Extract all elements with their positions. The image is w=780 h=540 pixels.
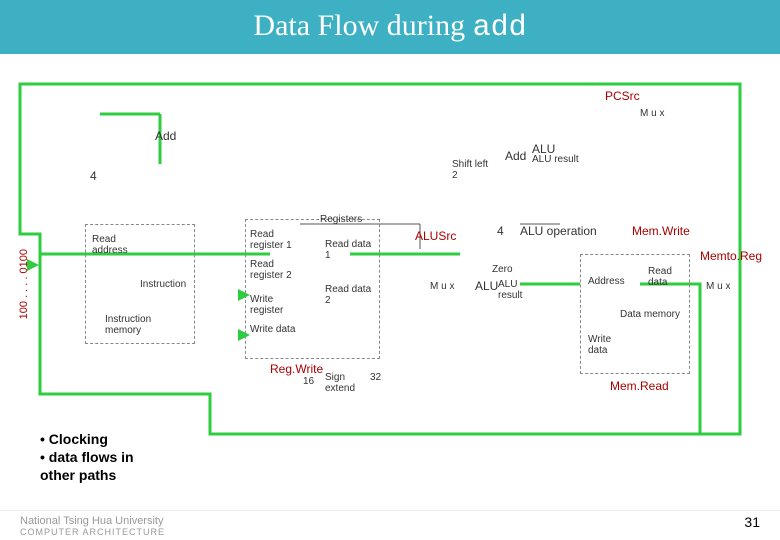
read-data2: Read data 2 xyxy=(325,284,375,306)
dmem-title: Data memory xyxy=(620,309,680,320)
aluop-signal: ALU operation xyxy=(520,224,597,238)
adder-2-label: Add xyxy=(505,149,526,163)
mux-mid: M u x xyxy=(430,282,454,292)
alu-result-out: ALU result xyxy=(498,279,533,301)
bus-32: 32 xyxy=(370,372,381,383)
memwrite-signal: Mem.Write xyxy=(632,224,690,238)
sign-extend: Sign extend xyxy=(325,372,365,394)
write-reg: Write register xyxy=(250,294,305,316)
clock-tri-pc xyxy=(27,259,39,271)
const-4-a: 4 xyxy=(90,169,97,183)
instr-mem-title: Instruction memory xyxy=(105,314,175,336)
instruction-label: Instruction xyxy=(140,279,186,290)
university-name: National Tsing Hua University xyxy=(20,515,165,527)
title-bar: Data Flow during add xyxy=(0,0,780,54)
write-data-reg: Write data xyxy=(250,324,305,335)
adder-2-result: ALU result xyxy=(532,154,579,165)
dmem-writedata: Write data xyxy=(588,334,628,356)
bus-16: 16 xyxy=(303,376,314,387)
read-addr: Read address xyxy=(92,234,147,256)
adder-1-label: Add xyxy=(155,129,176,143)
notes: • Clocking • data flows in other paths xyxy=(40,429,134,485)
clock-tri-reg1 xyxy=(238,289,250,301)
mux-right: M u x xyxy=(706,282,730,292)
alusrc-signal: ALUSrc xyxy=(415,229,456,243)
clock-tri-reg2 xyxy=(238,329,250,341)
title-suffix: add xyxy=(473,11,527,45)
registers-title: Registers xyxy=(320,214,362,225)
memtoreg-signal: Memto.Reg xyxy=(700,249,762,263)
dmem-address: Address xyxy=(588,276,625,287)
bullet-3: other paths xyxy=(40,467,134,483)
slide-title: Data Flow during add xyxy=(253,9,526,45)
mux-top: M u x xyxy=(640,109,664,119)
bullet-2: • data flows in xyxy=(40,449,134,465)
read-data1: Read data 1 xyxy=(325,239,375,261)
zero-label: Zero xyxy=(492,264,513,275)
dmem-readdata: Read data xyxy=(648,266,688,288)
dept-name: COMPUTER ARCHITECTURE xyxy=(20,527,165,537)
page-number: 31 xyxy=(744,514,760,530)
read-reg1: Read register 1 xyxy=(250,229,305,251)
footer: National Tsing Hua University COMPUTER A… xyxy=(0,510,780,540)
alu-label: ALU xyxy=(475,279,498,293)
read-reg2: Read register 2 xyxy=(250,259,305,281)
const-4-b: 4 xyxy=(497,224,504,238)
title-prefix: Data Flow during xyxy=(253,9,472,42)
memread-signal: Mem.Read xyxy=(610,379,669,393)
regwrite-signal: Reg.Write xyxy=(270,362,323,376)
shift-left-2: Shift left 2 xyxy=(452,159,492,181)
bullet-1: • Clocking xyxy=(40,431,134,447)
pcsrc-signal: PCSrc xyxy=(605,89,640,103)
